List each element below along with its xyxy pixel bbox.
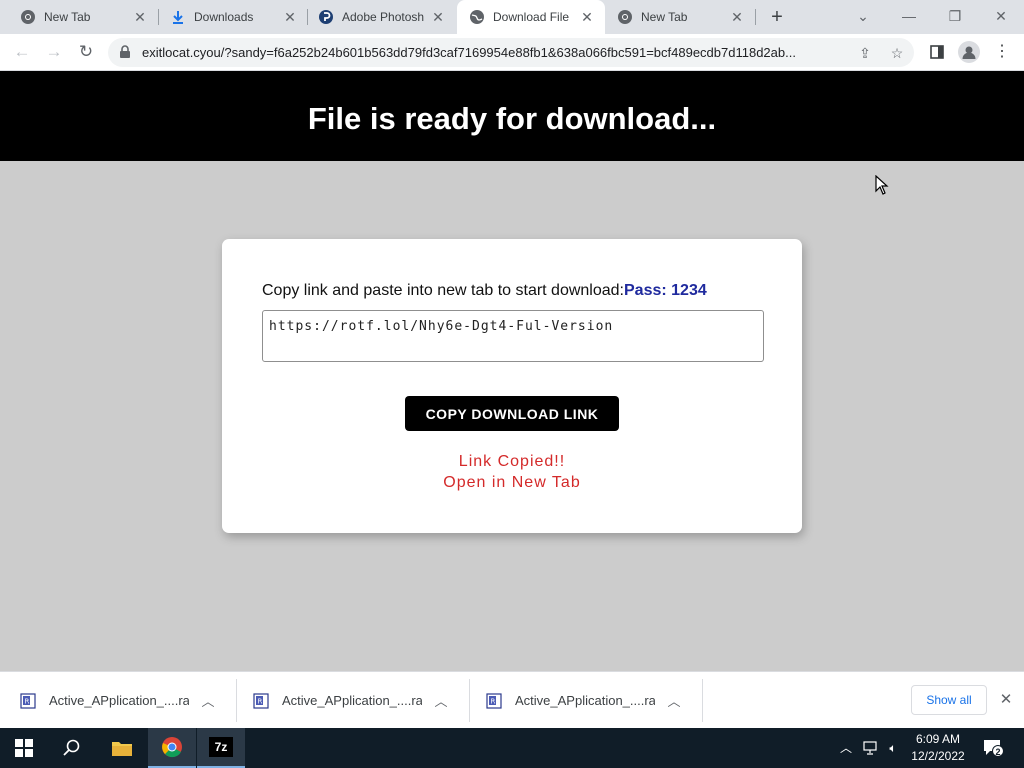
copy-download-link-button[interactable]: COPY DOWNLOAD LINK (405, 396, 619, 431)
clock-date: 12/2/2022 (911, 749, 965, 763)
rar-file-icon: R (253, 692, 269, 709)
volume-icon[interactable]: 🔈︎ (884, 728, 902, 768)
seven-zip-label: 7z (209, 737, 233, 757)
tab-close-icon[interactable]: ✕ (430, 9, 446, 25)
page-content: File is ready for download... Copy link … (0, 71, 1024, 671)
svg-text:R: R (491, 697, 496, 705)
tab-title: Adobe Photosh (342, 10, 425, 24)
tab-downloads[interactable]: Downloads ✕ (150, 0, 308, 34)
download-card: Copy link and paste into new tab to star… (222, 239, 802, 533)
chevron-up-icon[interactable]: ︿ (199, 691, 217, 710)
show-hidden-icons-chevron-icon[interactable]: ︿ (838, 728, 854, 768)
tab-download-file[interactable]: Download File ✕ (457, 0, 605, 34)
page-banner: File is ready for download... (0, 71, 1024, 161)
photoshop-icon (318, 9, 334, 25)
download-item[interactable]: R Active_APplication_....rar ︿ (0, 678, 232, 723)
chrome-taskbar-icon[interactable] (148, 728, 196, 768)
url-text[interactable]: exitlocat.cyou/?sandy=f6a252b24b601b563d… (142, 45, 844, 60)
restore-icon[interactable]: ❐ (943, 4, 967, 28)
network-icon[interactable] (862, 728, 880, 768)
tab-title: New Tab (44, 10, 91, 24)
address-bar[interactable]: exitlocat.cyou/?sandy=f6a252b24b601b563d… (108, 38, 914, 67)
download-filename: Active_APplication_....rar (282, 693, 422, 708)
share-icon[interactable]: ⇪ (856, 44, 874, 62)
rar-file-icon: R (486, 692, 502, 709)
notification-center-icon[interactable]: 2 (982, 737, 1004, 759)
tab-close-icon[interactable]: ✕ (729, 9, 745, 25)
open-new-tab-text: Open in New Tab (443, 474, 581, 491)
back-arrow-icon[interactable]: ← (10, 40, 34, 64)
shelf-separator (702, 679, 703, 722)
windows-taskbar: 7z ︿ 🔈︎ 6:09 AM 12/2/2022 2 (0, 728, 1024, 768)
chrome-icon (20, 9, 36, 25)
tab-search-chevron-icon[interactable]: ⌄ (851, 4, 875, 28)
tab-adobe-photoshop[interactable]: Adobe Photosh ✕ (298, 0, 456, 34)
tab-new-tab-1[interactable]: New Tab ✕ (0, 0, 158, 34)
tab-title: Download File (493, 10, 570, 24)
download-item[interactable]: R Active_APplication_....rar ︿ (233, 678, 465, 723)
start-windows-icon[interactable] (0, 728, 48, 768)
minimize-icon[interactable]: — (897, 4, 921, 28)
search-icon[interactable] (48, 728, 96, 768)
side-panel-icon[interactable] (926, 41, 948, 63)
seven-zip-icon[interactable]: 7z (197, 728, 245, 768)
link-copied-status: Link Copied!! (458, 453, 566, 470)
tab-separator (755, 9, 756, 25)
tab-strip: New Tab ✕ Downloads ✕ Adobe Photosh ✕ Do… (0, 0, 1024, 34)
chevron-up-icon[interactable]: ︿ (432, 691, 450, 710)
download-item[interactable]: R Active_APplication_....rar ︿ (466, 678, 698, 723)
file-explorer-icon[interactable] (98, 728, 146, 768)
show-all-button[interactable]: Show all (911, 685, 987, 715)
chrome-icon (617, 9, 633, 25)
download-shelf: R Active_APplication_....rar ︿ R Active_… (0, 671, 1024, 728)
download-link-field[interactable]: https://rotf.lol/Nhy6e-Dgt4-Ful-Version (262, 310, 764, 362)
download-icon (170, 9, 186, 25)
reload-icon[interactable]: ↻ (74, 40, 98, 64)
tab-title: Downloads (194, 10, 254, 24)
notification-count-badge: 2 (992, 745, 1004, 757)
tab-close-icon[interactable]: ✕ (579, 9, 595, 25)
system-clock[interactable]: 6:09 AM 12/2/2022 (910, 731, 966, 765)
close-window-icon[interactable]: ✕ (989, 4, 1013, 28)
download-filename: Active_APplication_....rar (515, 693, 655, 708)
chevron-up-icon[interactable]: ︿ (665, 691, 683, 710)
profile-avatar-icon[interactable] (958, 41, 980, 63)
svg-text:R: R (25, 697, 30, 705)
browser-toolbar: ← → ↻ exitlocat.cyou/?sandy=f6a252b24b60… (0, 34, 1024, 71)
tab-close-icon[interactable]: ✕ (132, 9, 148, 25)
download-filename: Active_APplication_....rar (49, 693, 189, 708)
tab-title: New Tab (641, 10, 688, 24)
instruction-text: Copy link and paste into new tab to star… (262, 282, 707, 300)
tab-new-tab-2[interactable]: New Tab ✕ (597, 0, 755, 34)
forward-arrow-icon[interactable]: → (42, 40, 66, 64)
tab-close-icon[interactable]: ✕ (282, 9, 298, 25)
password-label: Pass: 1234 (624, 282, 707, 299)
new-tab-button[interactable]: + (766, 6, 788, 28)
globe-icon (469, 9, 485, 25)
rar-file-icon: R (20, 692, 36, 709)
clock-time: 6:09 AM (915, 732, 961, 746)
svg-text:R: R (258, 697, 263, 705)
more-menu-icon[interactable]: ⋮ (991, 41, 1013, 63)
instruction-label: Copy link and paste into new tab to star… (262, 282, 624, 299)
page-title: File is ready for download... (307, 101, 717, 136)
lock-icon[interactable] (118, 45, 132, 59)
close-shelf-icon[interactable]: ✕ (996, 690, 1016, 710)
mouse-cursor-icon (875, 175, 889, 195)
star-bookmark-icon[interactable]: ☆ (888, 44, 906, 62)
